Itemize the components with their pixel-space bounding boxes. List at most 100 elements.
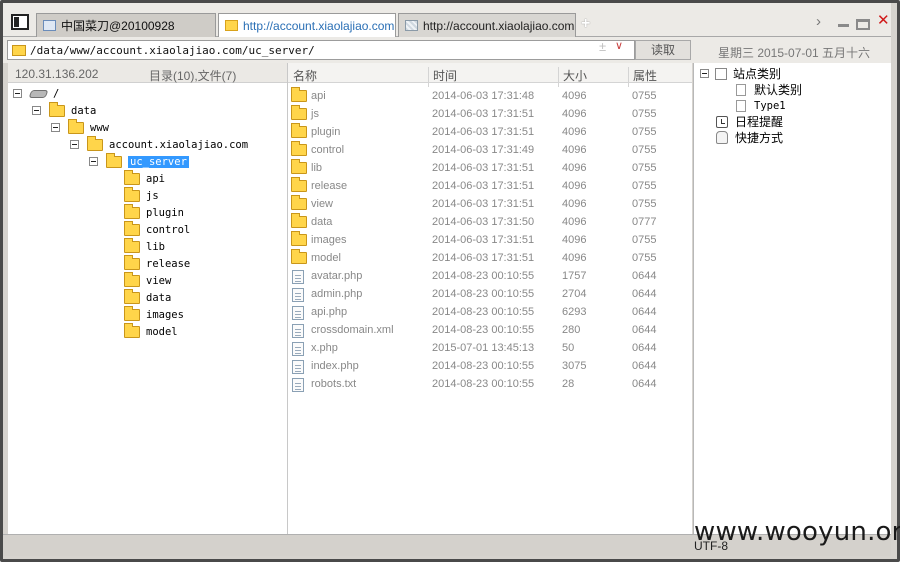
column-divider[interactable]: [628, 67, 629, 87]
chevron-down-icon[interactable]: ∨: [615, 39, 623, 52]
column-header-time[interactable]: 时间: [433, 67, 457, 84]
folder-icon: [124, 237, 140, 253]
collapse-icon[interactable]: [89, 157, 98, 166]
site-category-panel: 站点类别 默认类别 Type1 日程提醒 快捷方式: [693, 63, 891, 534]
folder-icon: [124, 288, 140, 304]
tree-node[interactable]: lib: [124, 237, 165, 255]
column-divider[interactable]: [558, 67, 559, 87]
tab-label: http://account.xiaolajiao.com...: [423, 18, 576, 33]
tree-node-label: 日程提醒: [735, 115, 784, 129]
file-row[interactable]: admin.php 2014-08-23 00:10:55 2704 0644: [288, 285, 692, 303]
bookmark-toggle-icon[interactable]: ±: [599, 39, 606, 54]
collapse-icon[interactable]: [32, 106, 41, 115]
collapse-icon[interactable]: [70, 140, 79, 149]
file-name: avatar.php: [311, 270, 363, 282]
file-row[interactable]: index.php 2014-08-23 00:10:55 3075 0644: [288, 357, 692, 375]
collapse-icon[interactable]: [13, 89, 22, 98]
minimize-icon[interactable]: [838, 17, 849, 27]
read-button[interactable]: 读取: [635, 40, 691, 60]
column-header-size[interactable]: 大小: [563, 67, 587, 84]
file-row[interactable]: data 2014-06-03 17:31:50 4096 0777: [288, 213, 692, 231]
file-time: 2014-08-23 00:10:55: [432, 360, 535, 372]
file-name: admin.php: [311, 288, 363, 300]
tree-node[interactable]: plugin: [124, 203, 184, 221]
tree-node-schedule[interactable]: 日程提醒: [716, 113, 783, 130]
file-row[interactable]: robots.txt 2014-08-23 00:10:55 28 0644: [288, 375, 692, 393]
tree-node[interactable]: release: [124, 254, 190, 272]
column-header-attr[interactable]: 属性: [633, 67, 657, 84]
file-time: 2014-06-03 17:31:51: [432, 162, 535, 174]
file-row[interactable]: api.php 2014-08-23 00:10:55 6293 0644: [288, 303, 692, 321]
file-time: 2014-08-23 00:10:55: [432, 270, 535, 282]
folder-icon: [124, 186, 140, 202]
file-size: 4096: [562, 90, 587, 102]
folder-icon: [49, 101, 65, 117]
folder-icon: [291, 213, 307, 228]
file-attr: 0644: [632, 342, 657, 354]
tree-node-label: data: [71, 104, 97, 117]
tree-node-label: account.xiaolajiao.com: [109, 138, 249, 151]
window-icon: [43, 20, 56, 31]
file-row[interactable]: lib 2014-06-03 17:31:51 4096 0755: [288, 159, 692, 177]
tree-node[interactable]: api: [124, 169, 165, 187]
close-icon[interactable]: ✕: [877, 13, 890, 28]
tree-node-type1[interactable]: Type1: [736, 97, 786, 114]
file-row[interactable]: avatar.php 2014-08-23 00:10:55 1757 0644: [288, 267, 692, 285]
folder-icon: [291, 195, 307, 210]
tree-node[interactable]: js: [124, 186, 159, 204]
collapse-icon[interactable]: [700, 69, 709, 78]
column-header-name[interactable]: 名称: [293, 67, 317, 84]
tree-node-www[interactable]: www: [51, 118, 109, 136]
tree-node[interactable]: control: [124, 220, 190, 238]
file-row[interactable]: release 2014-06-03 17:31:51 4096 0755: [288, 177, 692, 195]
file-row[interactable]: x.php 2015-07-01 13:45:13 50 0644: [288, 339, 692, 357]
tab-home[interactable]: 中国菜刀@20100928: [36, 13, 216, 37]
file-time: 2014-06-03 17:31:51: [432, 234, 535, 246]
maximize-icon[interactable]: [856, 19, 870, 30]
file-size: 3075: [562, 360, 587, 372]
file-time: 2014-06-03 17:31:49: [432, 144, 535, 156]
file-size: 4096: [562, 108, 587, 120]
file-row[interactable]: images 2014-06-03 17:31:51 4096 0755: [288, 231, 692, 249]
file-row[interactable]: js 2014-06-03 17:31:51 4096 0755: [288, 105, 692, 123]
tree-node[interactable]: data: [124, 288, 171, 306]
file-attr: 0644: [632, 306, 657, 318]
folder-icon: [124, 254, 140, 270]
file-row[interactable]: api 2014-06-03 17:31:48 4096 0755: [288, 87, 692, 105]
network-icon: [405, 20, 418, 31]
tree-node[interactable]: view: [124, 271, 171, 289]
path-input[interactable]: /data/www/account.xiaolajiao.com/uc_serv…: [7, 40, 635, 60]
file-name: api.php: [311, 306, 348, 318]
tree-node-data[interactable]: data: [32, 101, 97, 119]
collapse-icon[interactable]: [51, 123, 60, 132]
file-row[interactable]: plugin 2014-06-03 17:31:51 4096 0755: [288, 123, 692, 141]
folder-icon: [124, 271, 140, 287]
tree-node-shortcuts[interactable]: 快捷方式: [716, 129, 783, 146]
file-row[interactable]: control 2014-06-03 17:31:49 4096 0755: [288, 141, 692, 159]
tree-node-label: 快捷方式: [735, 131, 784, 145]
file-attr: 0644: [632, 360, 657, 372]
file-time: 2014-08-23 00:10:55: [432, 288, 535, 300]
folder-icon: [68, 118, 84, 134]
file-row[interactable]: view 2014-06-03 17:31:51 4096 0755: [288, 195, 692, 213]
file-name: control: [311, 144, 345, 156]
folder-icon: [291, 159, 307, 174]
tree-node-site[interactable]: account.xiaolajiao.com: [70, 135, 249, 153]
file-row[interactable]: model 2014-06-03 17:31:51 4096 0755: [288, 249, 692, 267]
file-row[interactable]: crossdomain.xml 2014-08-23 00:10:55 280 064…: [288, 321, 692, 339]
tab-file-manager[interactable]: http://account.xiaolajiao.com...: [218, 13, 396, 37]
add-tab-button[interactable]: +: [581, 15, 590, 33]
sidebar-toggle-icon[interactable]: [11, 14, 29, 30]
tab-network[interactable]: http://account.xiaolajiao.com...: [398, 13, 576, 37]
tree-node-root[interactable]: /: [13, 85, 59, 102]
next-tab-icon[interactable]: ›: [816, 14, 821, 29]
tree-node[interactable]: model: [124, 322, 178, 340]
tree-node[interactable]: images: [124, 305, 184, 323]
file-name: crossdomain.xml: [311, 324, 394, 336]
tree-node-site-categories[interactable]: 站点类别: [700, 65, 781, 82]
tree-node-uc-server[interactable]: uc_server: [89, 152, 189, 170]
column-divider[interactable]: [428, 67, 429, 87]
tree-node-default-category[interactable]: 默认类别: [736, 81, 802, 98]
folder-icon: [291, 105, 307, 120]
file-time: 2014-06-03 17:31:51: [432, 198, 535, 210]
